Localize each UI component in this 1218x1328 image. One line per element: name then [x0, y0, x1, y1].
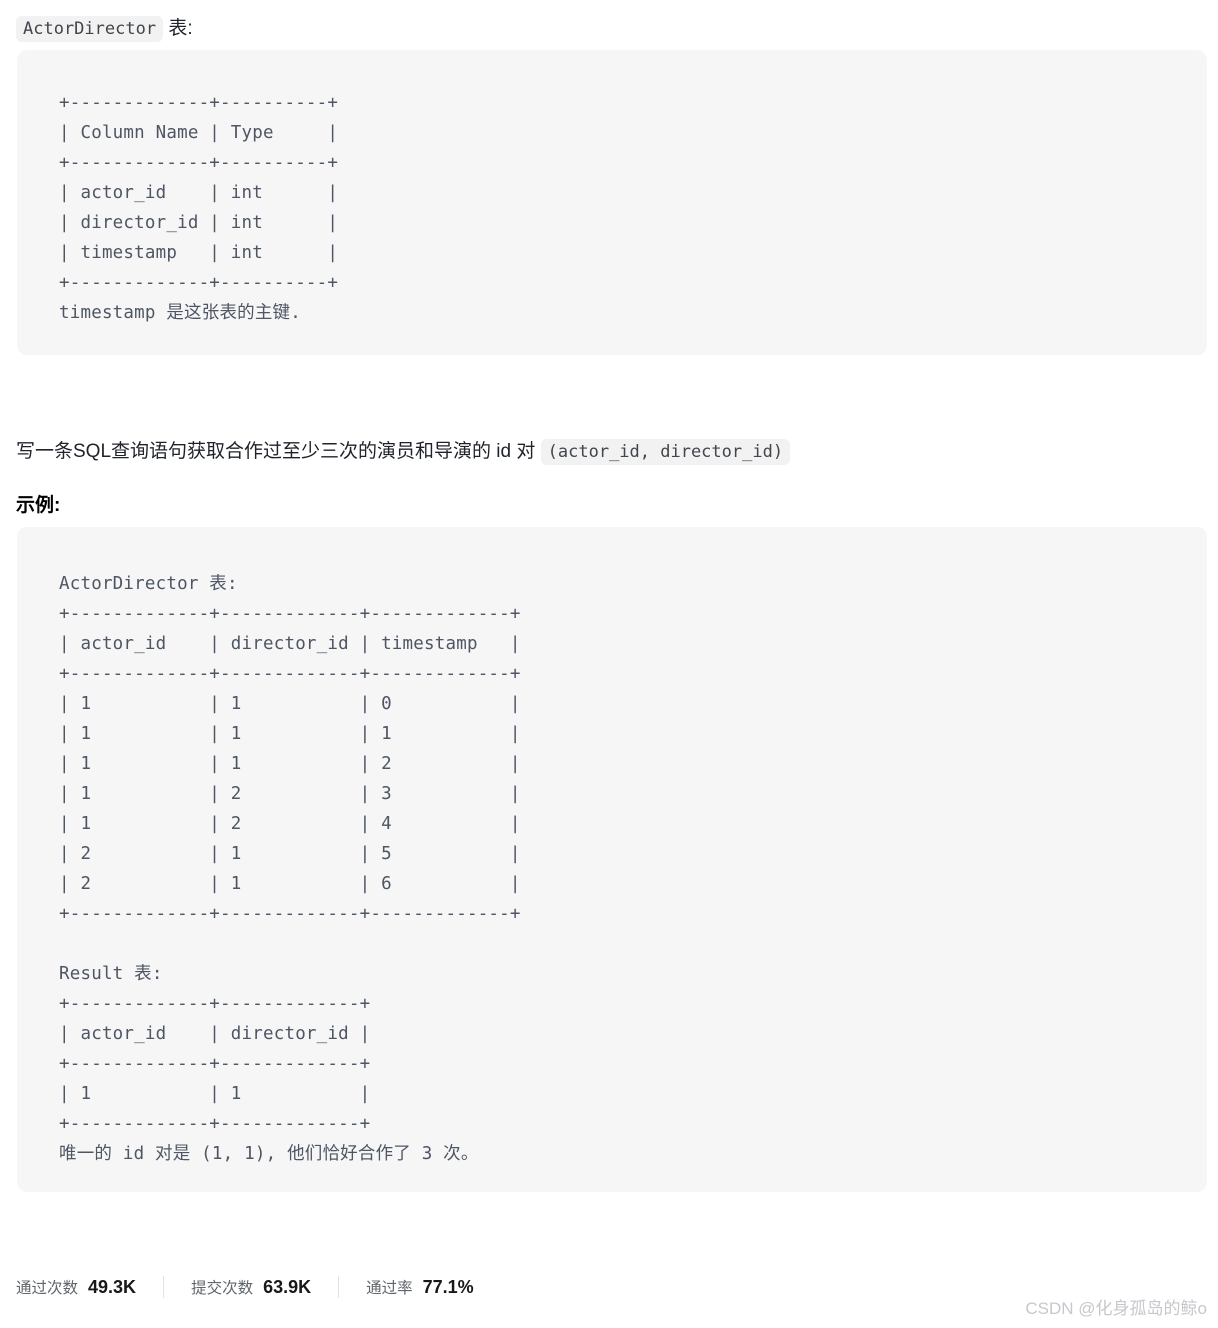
example-section-title: 示例: — [16, 495, 61, 516]
schema-code-block: +-------------+----------+ | Column Name… — [17, 50, 1207, 355]
stat-accepted-label: 通过次数 — [16, 1280, 79, 1297]
stat-acceptance-rate: 通过率 77.1% — [366, 1276, 474, 1298]
problem-statement-text: 写一条SQL查询语句获取合作过至少三次的演员和导演的 id 对 — [16, 441, 541, 462]
schema-code-text: +-------------+----------+ | Column Name… — [59, 93, 339, 323]
stat-submissions-value: 63.9K — [263, 1277, 312, 1297]
intro-suffix: 表: — [163, 18, 193, 39]
stats-bar: 通过次数 49.3K 提交次数 63.9K 通过率 77.1% — [16, 1276, 474, 1298]
stat-accepted-value: 49.3K — [88, 1277, 137, 1297]
stat-divider-1 — [163, 1276, 165, 1298]
stat-acceptance-rate-value: 77.1% — [422, 1277, 474, 1297]
inline-code-id-pair: (actor_id, director_id) — [540, 439, 791, 465]
stat-accepted: 通过次数 49.3K — [16, 1276, 136, 1298]
stat-divider-2 — [338, 1276, 340, 1298]
problem-page: ActorDirector 表: +-------------+--------… — [0, 0, 1218, 1328]
inline-code-table-name: ActorDirector — [16, 16, 164, 42]
stat-submissions-label: 提交次数 — [191, 1280, 254, 1297]
watermark: CSDN @化身孤岛的鲸o — [1025, 1299, 1207, 1318]
problem-statement: 写一条SQL查询语句获取合作过至少三次的演员和导演的 id 对 (actor_i… — [16, 437, 791, 467]
stat-acceptance-rate-label: 通过率 — [366, 1280, 413, 1297]
stat-submissions: 提交次数 63.9K — [191, 1276, 311, 1298]
intro-line: ActorDirector 表: — [16, 12, 193, 46]
example-code-block: ActorDirector 表: +-------------+--------… — [17, 527, 1207, 1192]
example-code-text: ActorDirector 表: +-------------+--------… — [59, 574, 521, 1164]
